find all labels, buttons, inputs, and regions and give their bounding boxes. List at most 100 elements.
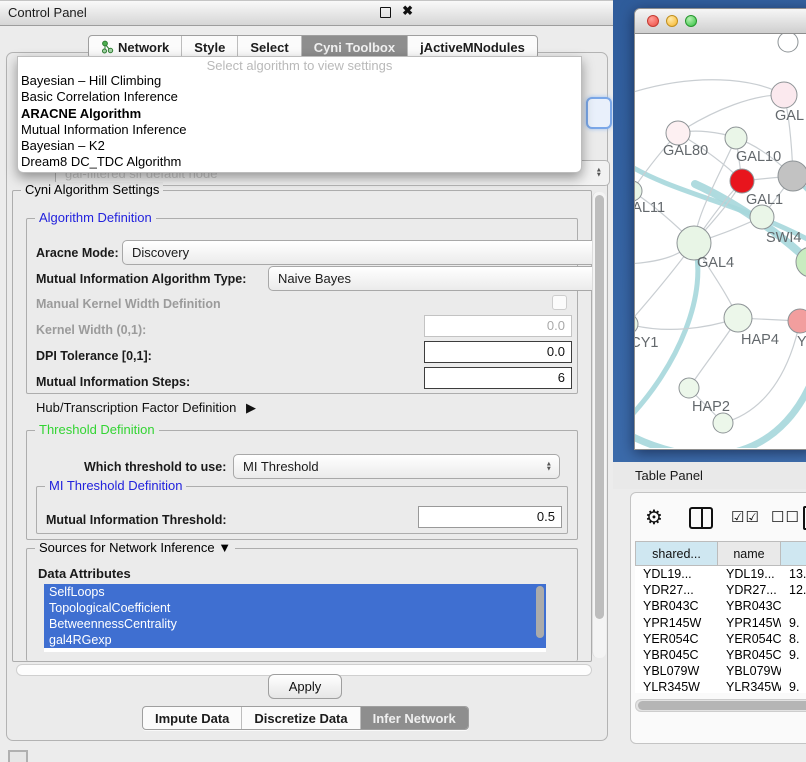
kernel-width-field[interactable]: 0.0 bbox=[424, 315, 572, 337]
network-node-label: GAL80 bbox=[663, 143, 708, 159]
network-node-label: Y bbox=[797, 334, 806, 350]
network-node[interactable] bbox=[778, 34, 798, 52]
mi-algorithm-type-combo[interactable]: Naive Bayes ▲▼ bbox=[268, 266, 605, 291]
select-all-icon[interactable]: ☑☑ bbox=[731, 508, 760, 526]
tab-infer-network[interactable]: Infer Network bbox=[361, 707, 468, 729]
network-graph[interactable]: GALGAL80GAL10GAL1GAL11SWI4GAL4GCY1HAP4YH… bbox=[635, 34, 806, 448]
manual-kernel-width-checkbox[interactable] bbox=[552, 295, 567, 310]
mi-threshold-field[interactable]: 0.5 bbox=[418, 506, 562, 528]
table-header[interactable]: shared...name bbox=[635, 541, 806, 566]
table-cell: YBR043C bbox=[635, 598, 718, 614]
table-row[interactable]: YER054CYER054C8. bbox=[635, 631, 806, 647]
column-header[interactable]: name bbox=[718, 541, 781, 566]
expander-collapsed-icon[interactable]: ▶ bbox=[246, 400, 256, 415]
screen: Control Panel ✖ NetworkStyleSelectCyni T… bbox=[0, 0, 806, 762]
tab-label: Discretize Data bbox=[254, 711, 347, 726]
table-row[interactable]: YLR345WYLR345W9. bbox=[635, 679, 806, 693]
network-node-gal[interactable] bbox=[771, 82, 797, 108]
zoom-traffic-light-icon[interactable] bbox=[685, 15, 697, 27]
network-node-gal11[interactable] bbox=[635, 181, 642, 201]
table-cell: YDR27... bbox=[635, 582, 718, 598]
tab-style[interactable]: Style bbox=[182, 36, 238, 58]
list-scrollbar[interactable] bbox=[536, 586, 544, 638]
data-attribute-item[interactable]: SelfLoops bbox=[44, 584, 546, 600]
network-node-y[interactable] bbox=[788, 309, 806, 333]
minimize-traffic-light-icon[interactable] bbox=[666, 15, 678, 27]
dpi-tolerance-field[interactable]: 0.0 bbox=[424, 341, 572, 363]
data-attributes-label: Data Attributes bbox=[38, 566, 131, 581]
network-edge[interactable] bbox=[678, 95, 784, 133]
cyni-algorithm-settings-title: Cyni Algorithm Settings bbox=[21, 182, 163, 197]
tab-discretize-data[interactable]: Discretize Data bbox=[242, 707, 360, 729]
table-horizontal-scrollbar[interactable] bbox=[635, 699, 806, 712]
network-node-label: GCY1 bbox=[635, 335, 659, 351]
apply-button[interactable]: Apply bbox=[268, 674, 342, 699]
network-node-gal1[interactable] bbox=[730, 169, 754, 193]
network-icon bbox=[101, 40, 114, 54]
column-header[interactable] bbox=[781, 541, 806, 566]
settings-vertical-scrollbar[interactable] bbox=[592, 192, 606, 658]
table-row[interactable]: YDR27...YDR27...12... bbox=[635, 582, 806, 598]
table-cell: YBR045C bbox=[718, 647, 781, 663]
table-cell: YPR145W bbox=[635, 615, 718, 631]
float-window-icon[interactable] bbox=[380, 7, 391, 18]
tab-select[interactable]: Select bbox=[238, 36, 301, 58]
which-threshold-label: Which threshold to use: bbox=[84, 460, 226, 474]
tab-cyni-toolbox[interactable]: Cyni Toolbox bbox=[302, 36, 408, 58]
tab-label: Cyni Toolbox bbox=[314, 40, 395, 55]
table-row[interactable]: YDL19...YDL19...13... bbox=[635, 566, 806, 582]
tab-network[interactable]: Network bbox=[89, 36, 182, 58]
table-panel-title: Table Panel bbox=[613, 468, 703, 483]
table-panel-titlebar: Table Panel bbox=[613, 462, 806, 489]
algorithm-option[interactable]: ARACNE Algorithm bbox=[18, 106, 581, 122]
algorithm-option[interactable]: Bayesian – K2 bbox=[18, 138, 581, 154]
table-cell: 9. bbox=[781, 647, 806, 663]
algorithm-option[interactable]: Basic Correlation Inference bbox=[18, 89, 581, 105]
tab-label: jActiveMNodules bbox=[420, 40, 525, 55]
hub-definition-expander[interactable]: Hub/Transcription Factor Definition ▶ bbox=[36, 400, 256, 416]
close-icon[interactable]: ✖ bbox=[402, 3, 413, 19]
table-row[interactable]: YBR045CYBR045C9. bbox=[635, 647, 806, 663]
table-cell bbox=[781, 598, 806, 614]
close-traffic-light-icon[interactable] bbox=[647, 15, 659, 27]
tab-impute-data[interactable]: Impute Data bbox=[143, 707, 242, 729]
mi-steps-label: Mutual Information Steps: bbox=[36, 375, 190, 389]
network-node[interactable] bbox=[778, 161, 806, 191]
gear-icon[interactable]: ⚙ bbox=[645, 505, 663, 530]
tab-jactivemnodules[interactable]: jActiveMNodules bbox=[408, 36, 537, 58]
data-attribute-item[interactable]: TopologicalCoefficient bbox=[44, 600, 546, 616]
inference-algorithm-combo-button[interactable] bbox=[586, 97, 612, 129]
algorithm-option[interactable]: Dream8 DC_TDC Algorithm bbox=[18, 154, 581, 170]
network-canvas[interactable]: GALGAL80GAL10GAL1GAL11SWI4GAL4GCY1HAP4YH… bbox=[634, 34, 806, 450]
network-edge[interactable] bbox=[635, 80, 784, 95]
algorithm-option[interactable]: Bayesian – Hill Climbing bbox=[18, 73, 581, 89]
unselect-all-icon[interactable]: ☐☐ bbox=[771, 508, 800, 526]
network-node-swi4[interactable] bbox=[750, 205, 774, 229]
network-node-gal80[interactable] bbox=[666, 121, 690, 145]
columns-icon[interactable] bbox=[689, 507, 713, 529]
network-node-hap2[interactable] bbox=[679, 378, 699, 398]
network-node[interactable] bbox=[713, 413, 733, 433]
table-body[interactable]: YDL19...YDL19...13...YDR27...YDR27...12.… bbox=[635, 566, 806, 693]
expander-expanded-icon[interactable]: ▼ bbox=[218, 540, 231, 555]
column-header[interactable]: shared... bbox=[635, 541, 718, 566]
network-node-hap4[interactable] bbox=[724, 304, 752, 332]
aracne-mode-combo[interactable]: Discovery ▲▼ bbox=[122, 240, 605, 265]
table-row[interactable]: YBR043CYBR043C bbox=[635, 598, 806, 614]
data-attribute-item[interactable]: gal4RGexp bbox=[44, 632, 546, 648]
table-row[interactable]: YBL079WYBL079W bbox=[635, 663, 806, 679]
mi-steps-field[interactable]: 6 bbox=[424, 367, 572, 389]
table-cell: YER054C bbox=[635, 631, 718, 647]
manual-kernel-width-label: Manual Kernel Width Definition bbox=[36, 297, 221, 311]
network-node-gal10[interactable] bbox=[725, 127, 747, 149]
network-node-gcy1[interactable] bbox=[635, 314, 638, 334]
which-threshold-combo[interactable]: MI Threshold ▲▼ bbox=[233, 454, 560, 479]
table-cell: YDR27... bbox=[718, 582, 781, 598]
data-attributes-list[interactable]: SelfLoopsTopologicalCoefficientBetweenne… bbox=[44, 584, 546, 652]
algorithm-option[interactable]: Mutual Information Inference bbox=[18, 122, 581, 138]
table-cell bbox=[781, 663, 806, 679]
data-attribute-item[interactable]: BetweennessCentrality bbox=[44, 616, 546, 632]
table-panel: ⚙ ☑☑ ☐☐ shared...name YDL19...YDL19...13… bbox=[630, 492, 806, 744]
mi-algorithm-type-label: Mutual Information Algorithm Type: bbox=[36, 272, 246, 286]
table-row[interactable]: YPR145WYPR145W9. bbox=[635, 615, 806, 631]
